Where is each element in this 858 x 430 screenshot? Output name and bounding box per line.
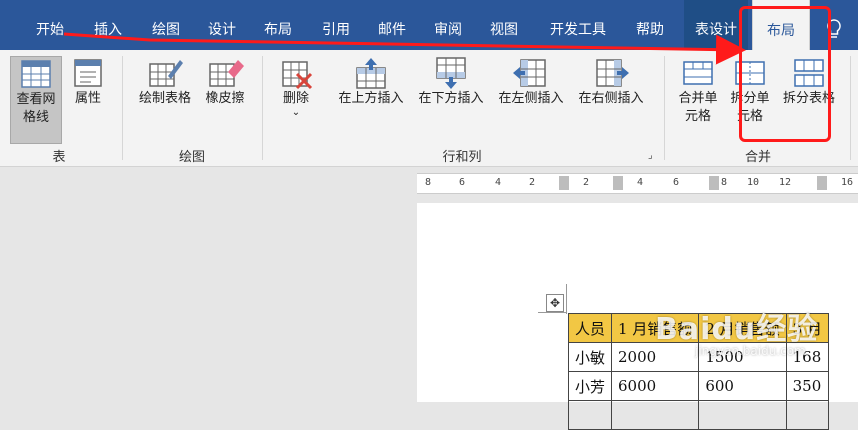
baidu-watermark: Baidu经验 jingyan.baidu.com	[655, 304, 818, 358]
table-cell[interactable]	[567, 400, 613, 430]
watermark-text: Baidu经验	[655, 312, 819, 347]
table-row	[567, 400, 829, 430]
table-cell[interactable]	[698, 400, 787, 430]
table-cell[interactable]	[785, 400, 829, 430]
table-cell[interactable]	[611, 400, 700, 430]
highlight-box	[739, 6, 831, 142]
watermark-url: jingyan.baidu.com	[695, 344, 806, 358]
